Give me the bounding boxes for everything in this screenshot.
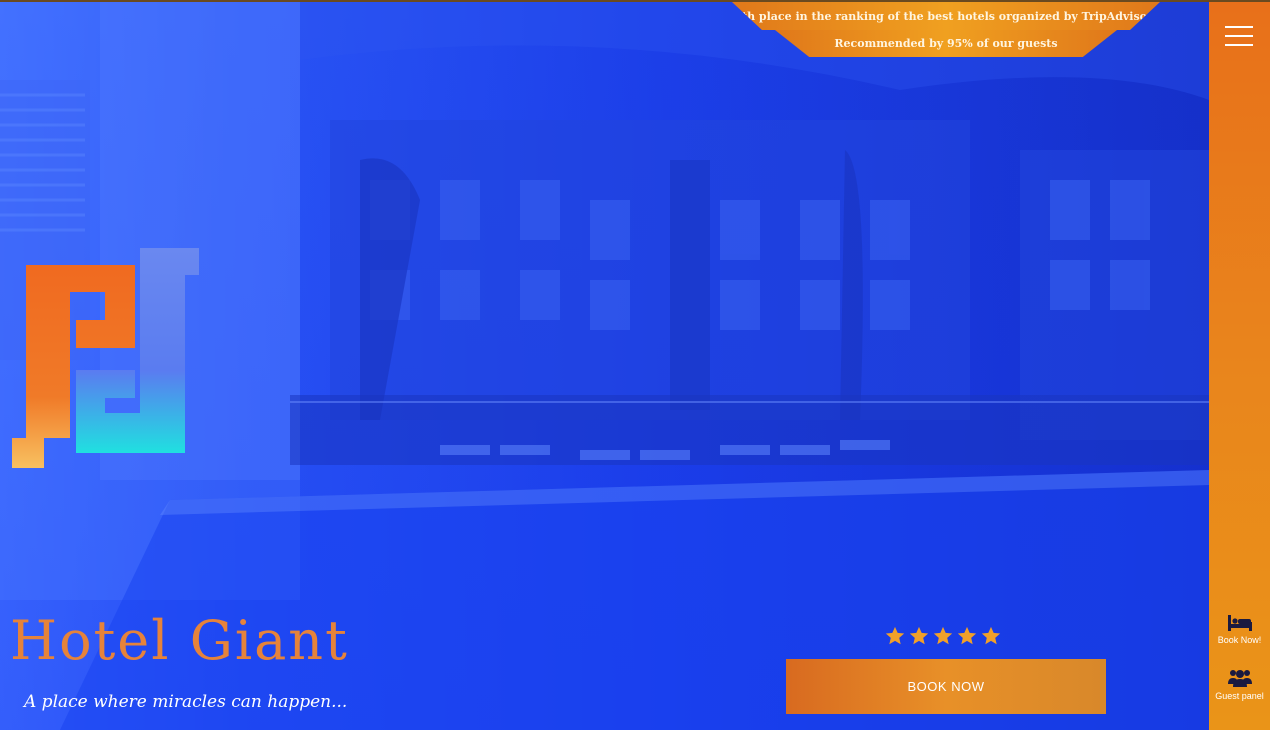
bed-icon [1227, 615, 1252, 631]
star-rating [884, 625, 1002, 647]
sidebar-item-book-now[interactable]: Book Now! [1209, 614, 1270, 645]
sidebar-item-guest-panel[interactable]: Guest panel [1209, 668, 1270, 701]
sidebar-item-label: Guest panel [1215, 691, 1264, 701]
star-icon [909, 626, 929, 645]
hamburger-menu-icon[interactable] [1225, 26, 1255, 48]
top-border [0, 0, 1270, 2]
hotel-tagline: A place where miracles can happen... [24, 692, 348, 712]
star-icon [933, 626, 953, 645]
recommended-banner: Recommended by 95% of our guests [775, 30, 1117, 57]
users-icon [1227, 670, 1252, 687]
sidebar-item-label: Book Now! [1217, 635, 1262, 645]
ranking-banner: 7th place in the ranking of the best hot… [732, 2, 1160, 30]
star-icon [957, 626, 977, 645]
star-icon [885, 626, 905, 645]
book-now-button[interactable]: BOOK NOW [786, 659, 1106, 714]
hotel-logo [12, 248, 199, 468]
star-icon [981, 626, 1001, 645]
ranking-text: 7th place in the ranking of the best hot… [734, 9, 1158, 23]
right-sidebar: Book Now! Guest panel [1209, 2, 1270, 730]
hotel-title: Hotel Giant [10, 609, 349, 672]
recommended-text: Recommended by 95% of our guests [834, 37, 1058, 50]
